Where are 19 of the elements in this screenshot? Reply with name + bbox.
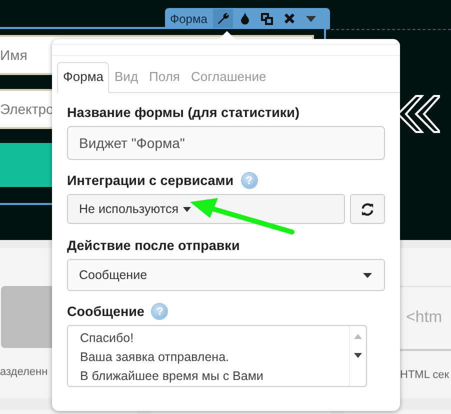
dropdown-button[interactable]: Не используются (67, 194, 345, 224)
input-field[interactable]: Виджет "Форма" (67, 126, 385, 160)
toolbar-title: Форма (170, 12, 208, 26)
select-field[interactable]: Сообщение (67, 259, 385, 291)
caret-icon (363, 272, 372, 278)
field-label: Название формы (для статистики) (67, 105, 300, 120)
field-label: Действие после отправки (67, 238, 241, 253)
scroll-down-icon[interactable] (354, 353, 362, 358)
message-field[interactable]: Спасибо! Ваша заявка отправлена. В ближайшее время мы с Вами (67, 325, 367, 387)
tab[interactable]: Форма (57, 62, 109, 93)
block-caption: азделенн (0, 366, 48, 378)
caret-icon (183, 206, 192, 212)
block-caption: HTML сек (400, 369, 450, 381)
field-label: Сообщение (67, 304, 144, 319)
field-label: Интеграции с сервисами (67, 173, 234, 188)
wrench-icon[interactable] (213, 9, 234, 28)
html-code: <htm (406, 309, 442, 327)
refresh-icon (361, 202, 374, 216)
refresh-button[interactable] (350, 194, 385, 224)
